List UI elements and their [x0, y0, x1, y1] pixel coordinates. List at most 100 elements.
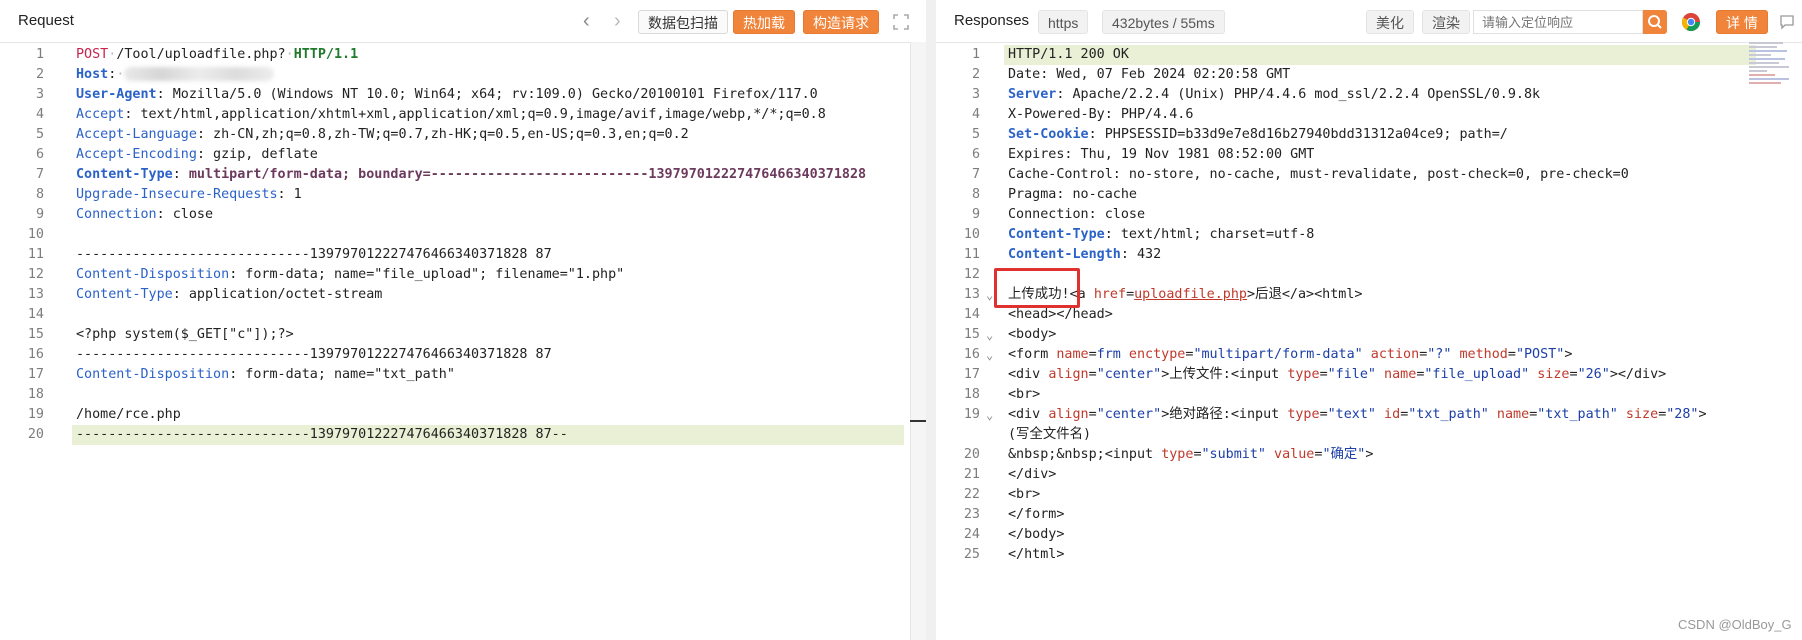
token: Set-Cookie — [1008, 127, 1089, 142]
request-editor[interactable]: 1 POST·/Tool/uploadfile.php?·HTTP/1.1 2 Hos… — [0, 42, 926, 640]
token: = — [1088, 407, 1097, 422]
fold-chevron-icon[interactable]: ⌄ — [986, 345, 993, 365]
token: id — [1376, 407, 1401, 422]
code-line: 10 — [0, 225, 926, 245]
token: uploadfile.php — [1134, 287, 1247, 302]
request-title: Request — [18, 12, 74, 29]
details-button[interactable]: 详 情 — [1716, 10, 1768, 34]
token: frm — [1096, 347, 1121, 362]
construct-request-button[interactable]: 构造请求 — [803, 10, 879, 34]
line-number: 17 — [27, 367, 44, 382]
line-number: 5 — [971, 127, 980, 142]
locate-response-input[interactable] — [1473, 10, 1643, 34]
code-line: 16 -----------------------------139797012… — [0, 345, 926, 365]
line-number: 4 — [971, 107, 980, 122]
token: </form> — [1008, 507, 1065, 522]
token: >绝对路径:<input — [1161, 407, 1288, 422]
forward-arrow-icon[interactable]: › — [614, 9, 621, 33]
fold-chevron-icon[interactable]: ⌄ — [986, 285, 993, 305]
fold-chevron-icon[interactable]: ⌄ — [986, 325, 993, 345]
hot-reload-button[interactable]: 热加载 — [733, 10, 795, 34]
token: ></div> — [1609, 367, 1667, 382]
line-number: 6 — [971, 147, 980, 162]
line-text: Accept: text/html,application/xhtml+xml,… — [76, 105, 826, 125]
line-text: </html> — [1008, 545, 1064, 565]
token: -----------------------------13979701222… — [76, 427, 568, 442]
token: > — [1698, 407, 1707, 422]
token: = — [1193, 447, 1202, 462]
token: <body> — [1008, 327, 1057, 342]
back-arrow-icon[interactable]: ‹ — [583, 9, 590, 33]
token: <br> — [1008, 387, 1041, 402]
fold-chevron-icon[interactable]: ⌄ — [986, 405, 993, 425]
token: "txt_path" — [1537, 407, 1618, 422]
search-button[interactable] — [1643, 10, 1667, 34]
token: = — [1088, 367, 1097, 382]
beautify-button[interactable]: 美化 — [1366, 10, 1414, 34]
line-text: Upgrade-Insecure-Requests: 1 — [76, 185, 302, 205]
token: : Mozilla/5.0 (Windows NT 10.0; Win64; x… — [156, 87, 818, 102]
line-text: Content-Type: multipart/form-data; bound… — [76, 165, 866, 185]
token: Content-Type — [76, 167, 173, 182]
token: name — [1376, 367, 1417, 382]
line-text: Accept-Encoding: gzip, deflate — [76, 145, 318, 165]
token: size — [1529, 367, 1570, 382]
token: Content-Type — [76, 287, 173, 302]
line-text: &nbsp;&nbsp;<input type="submit" value="… — [1008, 445, 1373, 465]
token: HTTP/1.1 200 OK — [1008, 47, 1129, 62]
line-number: 18 — [27, 387, 44, 402]
token: X-Powered-By: PHP/4.4.6 — [1008, 107, 1194, 122]
line-number: 7 — [971, 167, 980, 182]
line-number: 10 — [27, 227, 44, 242]
code-line: 7 Cache-Control: no-store, no-cache, must… — [936, 165, 1802, 185]
response-editor[interactable]: 1 HTTP/1.1 200 OK 2 Date: Wed, 07 Feb 2024 … — [936, 42, 1802, 640]
line-text: <head></head> — [1008, 305, 1113, 325]
token: "?" — [1427, 347, 1452, 362]
token: type — [1287, 407, 1320, 422]
request-scrollbar[interactable] — [910, 42, 926, 640]
token: name — [1488, 407, 1530, 422]
code-line: 9 Connection: close — [0, 205, 926, 225]
line-text: Content-Type: application/octet-stream — [76, 285, 382, 305]
line-number: 2 — [35, 67, 44, 82]
token: : form-data; name="txt_path" — [229, 367, 455, 382]
token: : gzip, deflate — [196, 147, 318, 162]
token: -----------------------------13979701222… — [76, 347, 552, 362]
code-line: 5 Accept-Language: zh-CN,zh;q=0.8,zh-TW;q… — [0, 125, 926, 145]
response-title: Responses — [954, 12, 1030, 29]
token: Connection: close — [1008, 207, 1146, 222]
line-text: Pragma: no-cache — [1008, 185, 1137, 205]
line-number: 11 — [963, 247, 980, 262]
token: : application/octet-stream — [172, 287, 383, 302]
token: "file" — [1327, 367, 1376, 382]
response-header: Responses https 432bytes / 55ms 美化 渲染 详 … — [936, 0, 1802, 43]
fullscreen-icon[interactable] — [890, 11, 912, 33]
token: >上传文件:<input — [1161, 367, 1288, 382]
packet-scan-button[interactable]: 数据包扫描 — [638, 10, 728, 34]
token: Content-Disposition — [76, 367, 230, 382]
token: "26" — [1577, 367, 1610, 382]
comment-icon[interactable] — [1779, 14, 1795, 30]
line-number: 19 — [963, 407, 980, 422]
token: Cache-Control: no-store, no-cache, must-… — [1008, 167, 1629, 182]
line-number: 22 — [963, 487, 980, 502]
token: · — [285, 47, 294, 62]
code-line: 12 Content-Disposition: form-data; name="… — [0, 265, 926, 285]
minimap[interactable] — [1749, 40, 1791, 92]
code-line: 25 </html> — [936, 545, 1802, 565]
line-number: 16 — [963, 347, 980, 362]
line-number: 1 — [971, 47, 980, 62]
line-text: <br> — [1008, 485, 1040, 505]
code-line: 7 Content-Type: multipart/form-data; boun… — [0, 165, 926, 185]
request-panel: Request ‹ › 数据包扫描 热加载 构造请求 1 POST·/Tool/u… — [0, 0, 926, 640]
chrome-icon[interactable] — [1681, 12, 1701, 32]
code-line: 19/home/rce.php — [0, 405, 926, 425]
token: >后退</a><html> — [1247, 287, 1363, 302]
code-line: 20 &nbsp;&nbsp;<input type="submit" value… — [936, 445, 1802, 465]
code-line: 11 -----------------------------139797012… — [0, 245, 926, 265]
render-button[interactable]: 渲染 — [1422, 10, 1470, 34]
token: = — [1319, 367, 1328, 382]
line-text: (写全文件名) — [1008, 425, 1091, 445]
token: "text" — [1327, 407, 1376, 422]
token: Host — [76, 67, 109, 82]
